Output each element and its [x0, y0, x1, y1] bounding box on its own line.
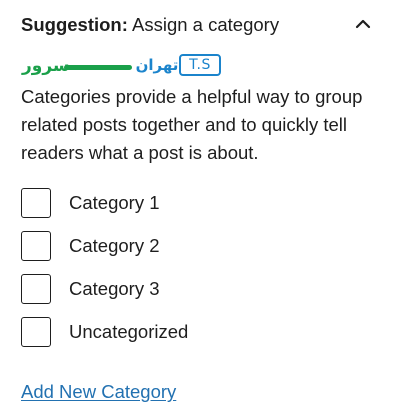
category-3-checkbox[interactable]: [21, 274, 51, 304]
panel-header: Suggestion: Assign a category: [21, 12, 376, 38]
category-option-label[interactable]: Category 1: [69, 188, 160, 218]
add-new-category-link[interactable]: Add New Category: [21, 379, 176, 405]
category-option-label[interactable]: Category 3: [69, 274, 160, 304]
uncategorized-checkbox[interactable]: [21, 317, 51, 347]
logo-ts-box: T.S: [179, 54, 221, 76]
logo-persian-text-tehran: تهران: [135, 56, 179, 74]
category-option-label[interactable]: Category 2: [69, 231, 160, 261]
panel-description: Categories provide a helpful way to grou…: [21, 86, 363, 163]
category-option: Category 2: [21, 229, 381, 272]
category-2-checkbox[interactable]: [21, 231, 51, 261]
category-option: Uncategorized: [21, 315, 381, 358]
panel-title-prefix: Suggestion:: [21, 14, 128, 35]
chevron-up-icon: [355, 19, 371, 29]
logo-persian-text: سرور: [22, 56, 70, 76]
category-option: Category 1: [21, 186, 381, 229]
category-1-checkbox[interactable]: [21, 188, 51, 218]
panel-title: Suggestion: Assign a category: [21, 12, 279, 38]
tehran-server-watermark-logo: سرور تهران T.S: [22, 54, 221, 78]
category-option-label[interactable]: Uncategorized: [69, 317, 188, 347]
category-checkbox-list: Category 1 Category 2 Category 3 Uncateg…: [21, 186, 381, 358]
category-suggestion-panel: Suggestion: Assign a category سرور تهران…: [0, 0, 402, 416]
logo-divider-line: [64, 65, 132, 70]
category-option: Category 3: [21, 272, 381, 315]
panel-title-text: Assign a category: [132, 14, 280, 35]
collapse-panel-button[interactable]: [350, 12, 376, 38]
